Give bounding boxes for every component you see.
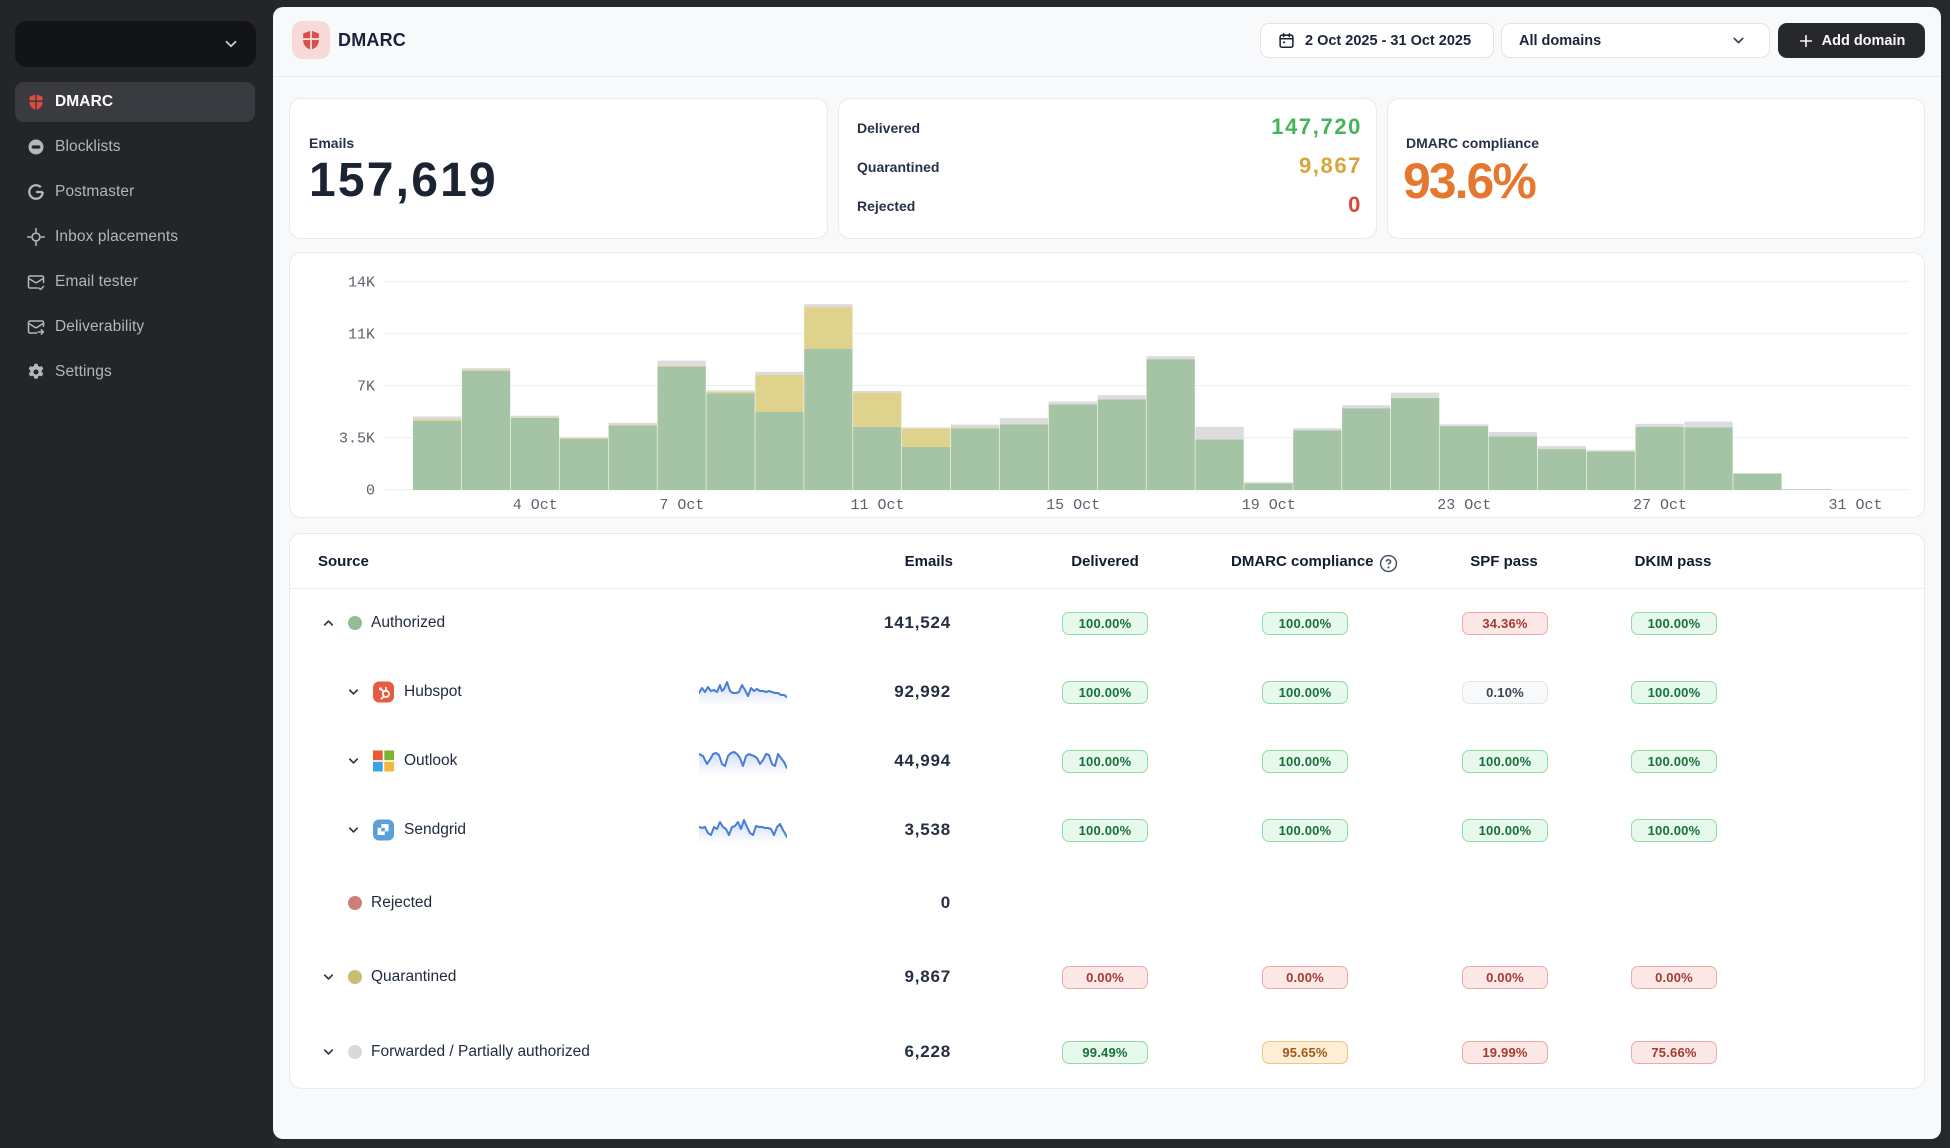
svg-text:27 Oct: 27 Oct [1633, 497, 1687, 514]
svg-text:7 Oct: 7 Oct [659, 497, 704, 514]
svg-text:19 Oct: 19 Oct [1242, 497, 1296, 514]
svg-text:31 Oct: 31 Oct [1828, 497, 1882, 514]
svg-text:11K: 11K [348, 326, 375, 343]
svg-text:3.5K: 3.5K [339, 431, 375, 448]
svg-text:7K: 7K [357, 379, 375, 396]
svg-text:11 Oct: 11 Oct [850, 497, 904, 514]
svg-text:4 Oct: 4 Oct [513, 497, 558, 514]
svg-text:14K: 14K [348, 274, 375, 291]
svg-text:15 Oct: 15 Oct [1046, 497, 1100, 514]
svg-text:0: 0 [366, 483, 375, 500]
svg-text:23 Oct: 23 Oct [1437, 497, 1491, 514]
